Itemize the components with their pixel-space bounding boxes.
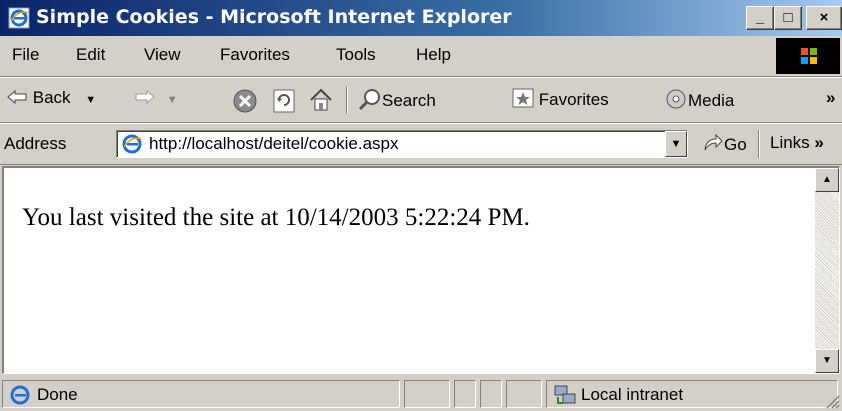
status-bar: Done Local intranet <box>0 376 842 411</box>
standard-toolbar: Back ▼ ▼ Search Favorites Media » <box>0 78 842 123</box>
menu-edit[interactable]: Edit <box>76 45 105 65</box>
ie-logo-icon <box>8 7 30 29</box>
status-panel: Done <box>2 380 400 408</box>
menu-tools[interactable]: Tools <box>336 45 376 65</box>
home-icon[interactable] <box>308 87 334 113</box>
address-separator <box>758 130 760 158</box>
menu-favorites[interactable]: Favorites <box>220 45 290 65</box>
ie-page-icon <box>10 385 30 405</box>
status-panel-empty <box>404 380 450 408</box>
address-dropdown-icon[interactable]: ▼ <box>665 131 687 157</box>
toolbar-overflow-chevron[interactable]: » <box>826 88 835 108</box>
throbber <box>776 38 840 74</box>
back-label: Back <box>32 88 71 107</box>
back-arrow-icon <box>7 89 27 105</box>
favorites-icon <box>512 88 534 108</box>
status-panel-empty <box>480 380 502 408</box>
address-bar: Address http://localhost/deitel/cookie.a… <box>0 124 842 165</box>
refresh-icon[interactable] <box>272 88 296 114</box>
media-label: Media <box>688 91 735 110</box>
status-panel-empty <box>454 380 476 408</box>
menu-file[interactable]: File <box>12 45 39 65</box>
media-button[interactable]: Media <box>664 88 734 111</box>
zone-panel[interactable]: Local intranet <box>546 380 838 408</box>
search-icon <box>358 89 380 111</box>
stop-icon[interactable] <box>232 88 258 114</box>
favorites-button[interactable]: Favorites <box>512 88 609 110</box>
forward-dropdown-icon[interactable]: ▼ <box>167 94 178 106</box>
forward-button[interactable]: ▼ <box>134 88 178 108</box>
windows-flag-icon <box>801 48 817 64</box>
title-bar[interactable]: Simple Cookies - Microsoft Internet Expl… <box>0 0 842 36</box>
address-url: http://localhost/deitel/cookie.aspx <box>149 134 399 153</box>
close-button[interactable]: × <box>806 6 842 30</box>
go-arrow-icon <box>704 133 723 151</box>
last-visit-message: You last visited the site at 10/14/2003 … <box>22 204 530 231</box>
vertical-scrollbar[interactable]: ▲ ▼ <box>815 168 839 373</box>
media-icon <box>666 89 686 109</box>
links-button[interactable]: Links » <box>770 133 824 153</box>
scroll-up-button[interactable]: ▲ <box>815 168 839 192</box>
zone-text: Local intranet <box>581 385 684 404</box>
go-label: Go <box>724 135 747 154</box>
search-button[interactable]: Search <box>358 88 436 111</box>
minimize-button[interactable]: _ <box>746 6 774 30</box>
maximize-button[interactable]: □ <box>774 6 802 30</box>
ie-page-icon <box>122 134 142 154</box>
go-button[interactable]: Go <box>702 133 747 155</box>
forward-arrow-icon <box>135 89 155 105</box>
menu-view[interactable]: View <box>144 45 181 65</box>
toolbar-separator <box>346 86 348 114</box>
window-title: Simple Cookies - Microsoft Internet Expl… <box>36 6 512 28</box>
links-label: Links <box>770 133 810 152</box>
back-dropdown-icon[interactable]: ▼ <box>85 94 96 106</box>
status-text: Done <box>37 385 78 404</box>
search-label: Search <box>382 91 436 110</box>
local-intranet-icon <box>554 385 576 404</box>
scroll-down-button[interactable]: ▼ <box>815 349 839 373</box>
menu-bar: File Edit View Favorites Tools Help <box>0 36 842 77</box>
resize-grip-icon[interactable] <box>824 393 840 409</box>
favorites-label: Favorites <box>538 90 609 109</box>
links-overflow-chevron[interactable]: » <box>814 133 823 152</box>
address-label: Address <box>4 134 67 153</box>
back-button[interactable]: Back ▼ <box>6 88 96 108</box>
menu-help[interactable]: Help <box>416 45 451 65</box>
address-input[interactable]: http://localhost/deitel/cookie.aspx ▼ <box>116 130 688 158</box>
ie-window: Simple Cookies - Microsoft Internet Expl… <box>0 0 842 411</box>
page-viewport[interactable]: You last visited the site at 10/14/2003 … <box>2 166 840 374</box>
status-panel-empty <box>506 380 542 408</box>
